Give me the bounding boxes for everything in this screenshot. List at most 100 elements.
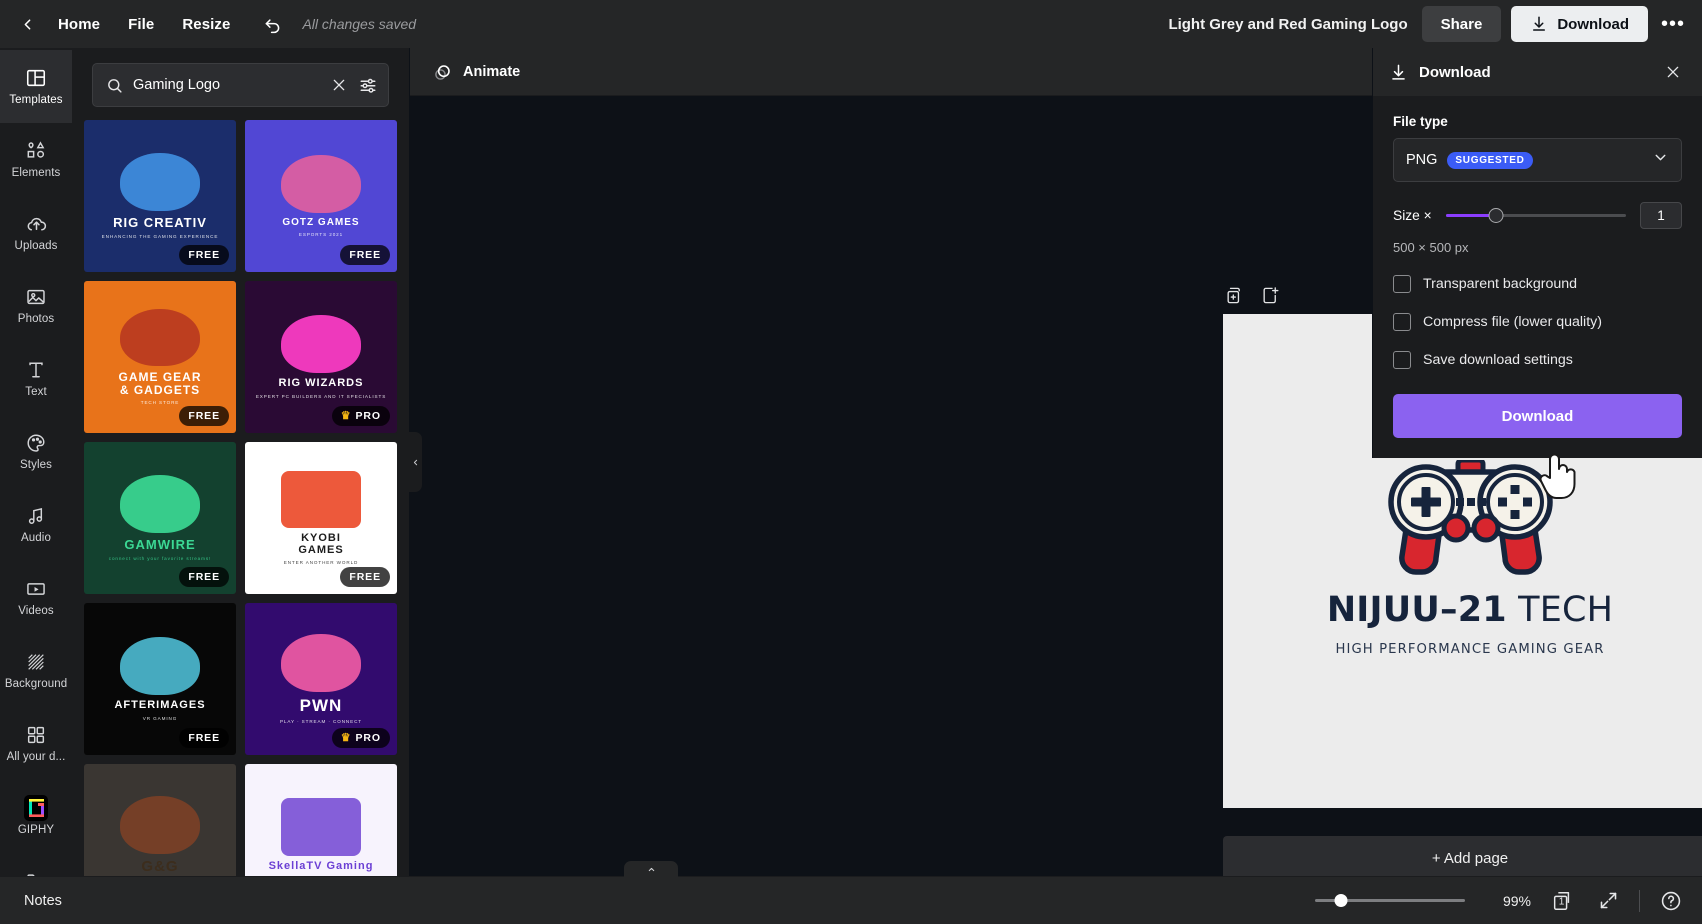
free-badge: FREE [340,245,390,265]
toolbar-divider [1639,890,1640,912]
notes-button[interactable]: Notes [16,887,70,915]
sidebar-item-all-your-d[interactable]: All your d... [0,707,72,780]
logo-name-bold: NIJUU–21 [1327,590,1507,630]
add-page-button[interactable]: + Add page [1223,836,1702,876]
template-subtitle: VR GAMING [143,716,177,721]
slider-knob[interactable] [1489,208,1504,223]
free-badge: FREE [179,406,229,426]
template-card[interactable]: GAME GEAR & GADGETSTECH STOREFREE [84,281,236,433]
elements-icon [24,139,48,163]
download-button[interactable]: Download [1511,6,1648,42]
animate-button[interactable]: Animate [422,55,531,89]
crown-icon: ♛ [341,733,352,744]
sidebar-item-label: Background [5,679,67,691]
share-button[interactable]: Share [1422,6,1502,42]
sidebar-item-label: GIPHY [18,825,54,837]
sidebar-item-label: Videos [18,606,54,618]
sidebar-item-elements[interactable]: Elements [0,123,72,196]
sidebar-item-the-canv[interactable]: The Canv... [0,853,72,876]
zoom-slider[interactable] [1315,892,1465,910]
download-button-label: Download [1557,16,1629,33]
logo-name: NIJUU–21 TECH [1327,590,1613,630]
template-art [120,637,199,695]
page-tools [1223,284,1281,306]
template-card[interactable]: RIG WIZARDSEXPERT PC BUILDERS AND IT SPE… [245,281,397,433]
file-menu-button[interactable]: File [114,7,168,41]
zoom-knob[interactable] [1334,894,1347,907]
sidebar-item-styles[interactable]: Styles [0,415,72,488]
animate-circle-icon [433,62,453,82]
template-title: RIG WIZARDS [279,378,364,390]
duplicate-page-icon[interactable] [1223,284,1245,306]
checkbox-box[interactable] [1393,313,1411,331]
pro-badge: ♛ PRO [332,728,390,748]
checkbox-transparent-background[interactable]: Transparent background [1393,275,1682,293]
template-title: AFTERIMAGES [114,700,205,712]
sidebar-item-audio[interactable]: Audio [0,488,72,561]
sidebar-item-background[interactable]: Background [0,634,72,707]
checkbox-compress-file[interactable]: Compress file (lower quality) [1393,313,1682,331]
save-status-text: All changes saved [302,16,416,32]
sidebar-item-text[interactable]: Text [0,342,72,415]
checkbox-box[interactable] [1393,275,1411,293]
checkbox-save-settings[interactable]: Save download settings [1393,351,1682,369]
sidebar-item-templates[interactable]: Templates [0,50,72,123]
template-art [281,315,360,373]
template-card[interactable]: G&GGLOVES AND GUNS GAMING♛PRO [84,764,236,876]
clear-search-icon[interactable] [329,75,349,95]
templates-panel: RIG CREATIVENHANCING THE GAMING EXPERIEN… [72,48,410,876]
video-play-icon [24,577,48,601]
download-arrow-icon [1530,15,1548,33]
crown-icon: ♛ [341,411,352,422]
template-card[interactable]: KYOBI GAMESENTER ANOTHER WORLDFREE [245,442,397,594]
template-subtitle: TECH STORE [141,400,180,405]
home-menu-button[interactable]: Home [44,7,114,41]
sidebar-item-photos[interactable]: Photos [0,269,72,342]
file-type-select[interactable]: PNG SUGGESTED [1393,138,1682,182]
search-input[interactable] [133,77,320,93]
badge-label: PRO [356,732,381,744]
folder-icon [24,869,48,876]
fullscreen-button[interactable] [1593,886,1623,916]
main-body: TemplatesElementsUploadsPhotosTextStyles… [0,48,1702,876]
size-slider[interactable] [1446,207,1626,225]
template-thumbnail: G&GGLOVES AND GUNS GAMING [84,764,236,876]
template-art [281,798,360,856]
undo-button[interactable] [254,7,290,41]
size-multiplier-input[interactable]: 1 [1640,202,1682,229]
bottom-toolbar: Notes 99% 1 [0,876,1702,924]
template-card[interactable]: GAMWIREconnect with your favorite stream… [84,442,236,594]
sidebar-item-uploads[interactable]: Uploads [0,196,72,269]
checkbox-box[interactable] [1393,351,1411,369]
filter-sliders-icon[interactable] [358,75,378,95]
search-box[interactable] [92,63,389,107]
free-badge: FREE [179,567,229,587]
zoom-percent-label[interactable]: 99% [1487,893,1531,909]
back-button[interactable] [10,7,44,41]
template-card[interactable]: PWNPLAY · STREAM · CONNECT♛PRO [245,603,397,755]
template-art [120,153,199,211]
suggested-badge: SUGGESTED [1447,152,1532,169]
badge-label: FREE [349,249,381,261]
template-title: G&G [141,859,178,875]
expand-notes-handle[interactable] [624,861,678,878]
resize-menu-button[interactable]: Resize [168,7,244,41]
badge-label: FREE [188,410,220,422]
panel-collapse-handle[interactable] [409,432,422,492]
document-title[interactable]: Light Grey and Red Gaming Logo [1168,16,1407,33]
free-badge: FREE [179,245,229,265]
template-card[interactable]: GOTZ GAMESESPORTS 2021FREE [245,120,397,272]
template-card[interactable]: AFTERIMAGESVR GAMINGFREE [84,603,236,755]
template-card[interactable]: RIG CREATIVENHANCING THE GAMING EXPERIEN… [84,120,236,272]
page-manager-button[interactable]: 1 [1547,886,1577,916]
confirm-download-button[interactable]: Download [1393,394,1682,438]
chevron-up-icon [645,865,658,874]
sidebar-item-videos[interactable]: Videos [0,561,72,634]
add-page-icon[interactable] [1259,284,1281,306]
more-options-button[interactable]: ••• [1654,6,1692,42]
template-card[interactable]: SkellaTV GamingSTREAM. WATCH. CONNECT.FR… [245,764,397,876]
sidebar-item-giphy[interactable]: GIPHY [0,780,72,853]
close-panel-button[interactable] [1660,59,1686,85]
download-panel-header: Download [1373,48,1702,96]
help-button[interactable] [1656,886,1686,916]
